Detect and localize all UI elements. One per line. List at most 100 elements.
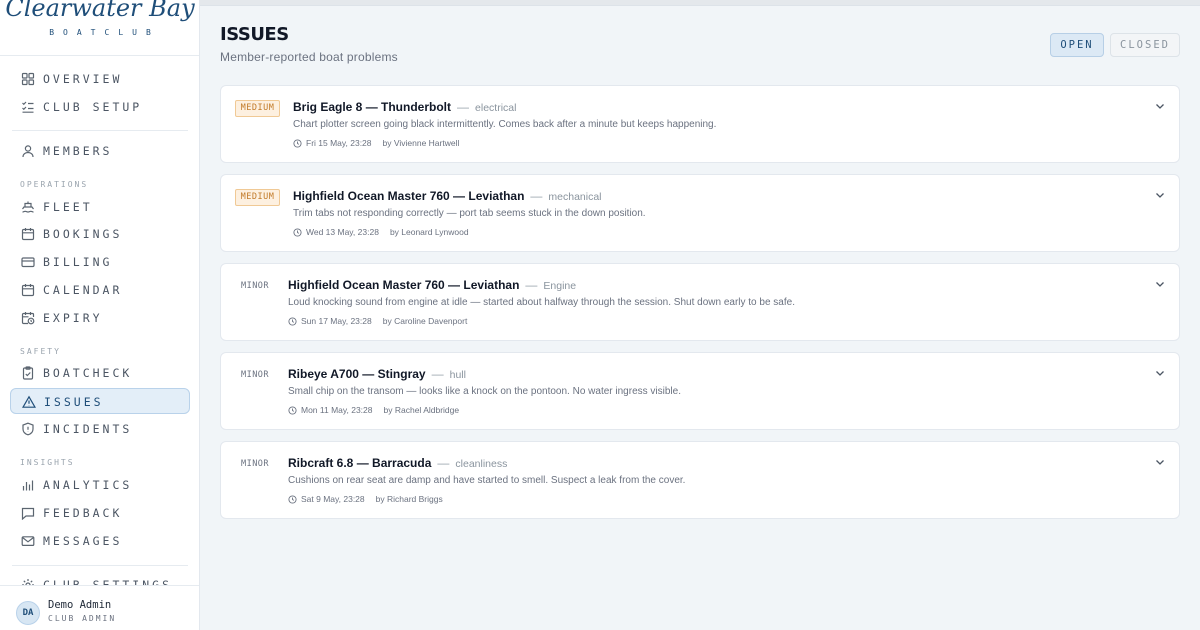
issue-meta: Mon 11 May, 23:28 by Rachel Aldbridge bbox=[288, 405, 459, 415]
sidebar-item-members[interactable]: MEMBERS bbox=[10, 138, 190, 164]
brand-subtitle: BOATCLUB bbox=[49, 28, 160, 37]
divider bbox=[12, 565, 188, 566]
sidebar-item-label: CALENDAR bbox=[43, 283, 123, 297]
sidebar-item-label: FEEDBACK bbox=[43, 506, 123, 520]
grid-icon bbox=[21, 72, 35, 86]
sidebar-item-label: CLUB SETUP bbox=[43, 100, 143, 114]
shield-icon bbox=[22, 422, 34, 436]
issue-meta: Sun 17 May, 23:28 by Caroline Davenport bbox=[288, 316, 467, 326]
sidebar-item-label: FLEET bbox=[43, 200, 93, 214]
sidebar-item-club-setup[interactable]: CLUB SETUP bbox=[10, 94, 190, 120]
clock-icon bbox=[288, 494, 297, 504]
sidebar-item-analytics[interactable]: ANALYTICS bbox=[10, 472, 190, 498]
boat-name: Highfield Ocean Master 760 — Leviathan bbox=[288, 278, 520, 292]
issue-title: Highfield Ocean Master 760 — Leviathan — m… bbox=[293, 189, 602, 203]
user-icon bbox=[22, 145, 34, 158]
severity-badge: MINOR bbox=[240, 459, 270, 469]
issue-card[interactable]: MEDIUM Highfield Ocean Master 760 — Levi… bbox=[220, 174, 1180, 252]
boat-name: Ribcraft 6.8 — Barracuda bbox=[288, 456, 432, 470]
user-name: Demo Admin bbox=[48, 599, 112, 611]
sidebar-item-billing[interactable]: BILLING bbox=[10, 249, 190, 275]
section-label-insights: INSIGHTS bbox=[20, 458, 75, 467]
issue-card[interactable]: MINOR Ribcraft 6.8 — Barracuda — cleanline… bbox=[220, 441, 1180, 519]
sidebar-item-overview[interactable]: OVERVIEW bbox=[10, 66, 190, 92]
sidebar-item-expiry[interactable]: EXPIRY bbox=[10, 305, 190, 331]
issue-description: Loud knocking sound from engine at idle … bbox=[288, 297, 795, 308]
calendar-icon bbox=[21, 284, 35, 297]
separator: — bbox=[525, 278, 538, 292]
sidebar-item-feedback[interactable]: FEEDBACK bbox=[10, 500, 190, 526]
sidebar-item-label: BILLING bbox=[43, 255, 113, 269]
boat-name: Ribeye A700 — Stingray bbox=[288, 367, 426, 381]
chevron-down-icon[interactable] bbox=[1154, 189, 1166, 201]
sidebar-item-fleet[interactable]: FLEET bbox=[10, 194, 190, 220]
issue-description: Chart plotter screen going black intermi… bbox=[293, 119, 717, 130]
sidebar-item-label: BOATCHECK bbox=[43, 366, 133, 380]
message-icon bbox=[21, 507, 35, 520]
issue-description: Trim tabs not responding correctly — por… bbox=[293, 208, 646, 219]
bar-chart-icon bbox=[22, 480, 34, 491]
issue-date: Fri 15 May, 23:28 bbox=[306, 138, 372, 148]
issue-reporter: by Vivienne Hartwell bbox=[382, 138, 460, 148]
boat-icon bbox=[22, 201, 34, 213]
calendar-clock-icon bbox=[21, 312, 35, 325]
sidebar-item-messages[interactable]: MESSAGES bbox=[10, 528, 190, 554]
warning-icon bbox=[22, 395, 36, 408]
issue-card[interactable]: MINOR Ribeye A700 — Stingray — hull Small … bbox=[220, 352, 1180, 430]
issue-title: Ribcraft 6.8 — Barracuda — cleanliness bbox=[288, 456, 507, 470]
brand-logo[interactable]: Clearwater Bay BOATCLUB bbox=[0, 0, 199, 56]
chevron-down-icon[interactable] bbox=[1154, 456, 1166, 468]
chevron-down-icon[interactable] bbox=[1154, 100, 1166, 112]
clock-icon bbox=[293, 227, 302, 237]
issue-description: Cushions on rear seat are damp and have … bbox=[288, 475, 686, 486]
sidebar-item-label: OVERVIEW bbox=[43, 72, 123, 86]
severity-badge: MINOR bbox=[240, 370, 270, 380]
page-subtitle: Member-reported boat problems bbox=[220, 50, 398, 64]
issue-description: Small chip on the transom — looks like a… bbox=[288, 386, 681, 397]
issue-category: mechanical bbox=[548, 191, 602, 203]
sidebar-item-bookings[interactable]: BOOKINGS bbox=[10, 221, 190, 247]
tab-closed[interactable]: CLOSED bbox=[1110, 33, 1180, 57]
card-icon bbox=[21, 257, 35, 268]
sidebar-item-incidents[interactable]: INCIDENTS bbox=[10, 416, 190, 442]
boat-name: Brig Eagle 8 — Thunderbolt bbox=[293, 100, 452, 114]
issue-date: Wed 13 May, 23:28 bbox=[306, 227, 379, 237]
sidebar-item-boatcheck[interactable]: BOATCHECK bbox=[10, 360, 190, 386]
separator: — bbox=[437, 456, 450, 470]
severity-badge: MEDIUM bbox=[235, 189, 280, 206]
issue-title: Brig Eagle 8 — Thunderbolt — electrical bbox=[293, 100, 516, 114]
issue-category: cleanliness bbox=[455, 458, 508, 470]
sidebar-item-label: BOOKINGS bbox=[43, 227, 123, 241]
issue-reporter: by Leonard Lynwood bbox=[389, 227, 469, 237]
sidebar-item-issues[interactable]: ISSUES bbox=[10, 388, 190, 414]
checklist-icon bbox=[22, 101, 34, 113]
clock-icon bbox=[293, 138, 302, 148]
mail-icon bbox=[21, 536, 35, 547]
issue-card[interactable]: MEDIUM Brig Eagle 8 — Thunderbolt — electr… bbox=[220, 85, 1180, 163]
chevron-down-icon[interactable] bbox=[1154, 278, 1166, 290]
issue-category: Engine bbox=[543, 280, 577, 292]
issue-date: Sun 17 May, 23:28 bbox=[301, 316, 372, 326]
issue-title: Highfield Ocean Master 760 — Leviathan — E… bbox=[288, 278, 576, 292]
section-label-operations: OPERATIONS bbox=[20, 180, 89, 189]
top-bar bbox=[200, 0, 1200, 6]
divider bbox=[12, 130, 188, 131]
tab-open[interactable]: OPEN bbox=[1050, 33, 1104, 57]
sidebar-item-label: INCIDENTS bbox=[43, 422, 133, 436]
issue-meta: Sat 9 May, 23:28 by Richard Briggs bbox=[288, 494, 443, 504]
issue-card[interactable]: MINOR Highfield Ocean Master 760 — Levia… bbox=[220, 263, 1180, 341]
sidebar-item-calendar[interactable]: CALENDAR bbox=[10, 277, 190, 303]
chevron-down-icon[interactable] bbox=[1154, 367, 1166, 379]
separator: — bbox=[457, 100, 470, 114]
user-role: CLUB ADMIN bbox=[48, 614, 117, 623]
issue-meta: Wed 13 May, 23:28 by Leonard Lynwood bbox=[293, 227, 469, 237]
issue-reporter: by Rachel Aldbridge bbox=[383, 405, 460, 415]
boat-name: Highfield Ocean Master 760 — Leviathan bbox=[293, 189, 525, 203]
sidebar-item-label: MESSAGES bbox=[43, 534, 123, 548]
sidebar-item-label: EXPIRY bbox=[43, 311, 103, 325]
clock-icon bbox=[288, 405, 297, 415]
issue-meta: Fri 15 May, 23:28 by Vivienne Hartwell bbox=[293, 138, 459, 148]
user-profile[interactable]: DA Demo Admin CLUB ADMIN bbox=[0, 585, 199, 630]
severity-badge: MEDIUM bbox=[235, 100, 280, 117]
sidebar-item-label: MEMBERS bbox=[43, 144, 113, 158]
